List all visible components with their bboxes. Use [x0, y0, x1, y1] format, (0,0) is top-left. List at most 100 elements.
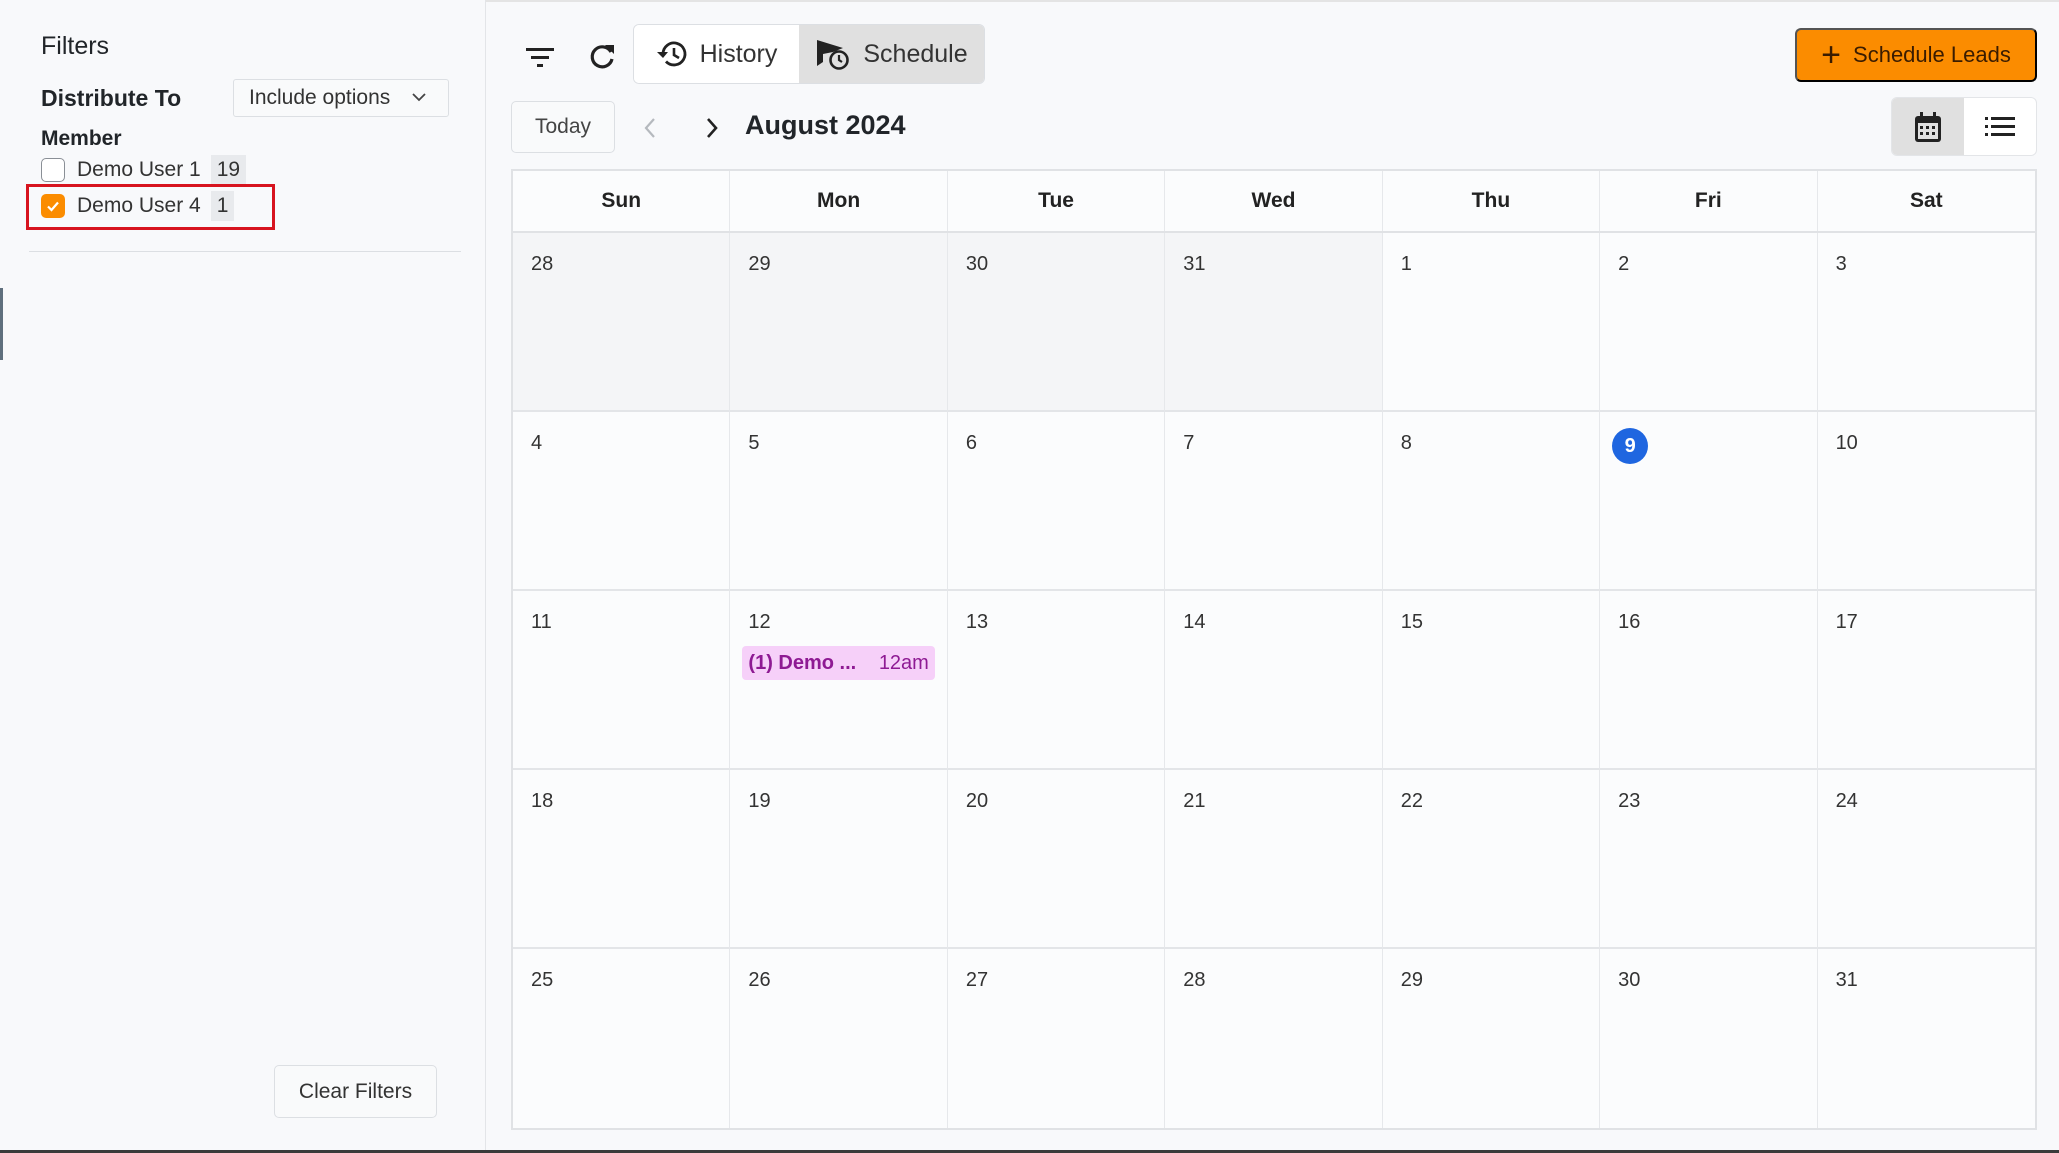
member-checkbox[interactable]: [41, 158, 65, 182]
calendar-day-cell[interactable]: 12 (1) Demo ... 12am: [730, 591, 948, 770]
calendar-day-cell[interactable]: 24: [1817, 770, 2035, 949]
selection-highlight: [26, 184, 275, 230]
weekday-label: Tue: [948, 171, 1166, 231]
day-number: 23: [1618, 790, 1641, 812]
clear-filters-button[interactable]: Clear Filters: [274, 1065, 437, 1118]
day-number: 28: [1183, 969, 1206, 991]
calendar-day-cell[interactable]: 4: [513, 412, 731, 591]
schedule-leads-button[interactable]: + Schedule Leads: [1795, 28, 2037, 82]
day-number: 11: [531, 611, 552, 633]
member-option[interactable]: Demo User 1 19: [41, 154, 247, 186]
day-number: 31: [1835, 969, 1858, 991]
calendar-day-cell[interactable]: 31: [1165, 233, 1383, 412]
distribute-to-select[interactable]: Include options: [233, 79, 449, 117]
distribute-to-label: Distribute To: [41, 85, 182, 111]
day-number: 7: [1183, 432, 1195, 454]
tab-schedule-label: Schedule: [863, 39, 968, 68]
member-label: Member: [41, 127, 122, 150]
weekday-label: Sun: [513, 171, 731, 231]
filters-title: Filters: [41, 32, 110, 60]
today-button[interactable]: Today: [511, 101, 615, 153]
view-mode-tabs: History Schedule: [633, 24, 985, 84]
chevron-right-icon: [707, 118, 718, 138]
list-view-button[interactable]: [1964, 98, 2036, 155]
distribute-to-value: Include options: [249, 86, 391, 109]
refresh-button[interactable]: [586, 38, 620, 74]
calendar-day-cell[interactable]: 19: [730, 770, 948, 949]
calendar-day-cell[interactable]: 9: [1600, 412, 1818, 591]
calendar-day-cell[interactable]: 11: [513, 591, 731, 770]
member-count-badge: 19: [210, 155, 247, 185]
calendar-day-cell[interactable]: 22: [1382, 770, 1601, 949]
calendar-day-cell[interactable]: 29: [1382, 949, 1601, 1128]
tab-history-label: History: [699, 39, 778, 68]
calendar-day-cell[interactable]: 25: [513, 949, 731, 1128]
day-number: 30: [1618, 969, 1641, 991]
calendar-day-cell[interactable]: 27: [947, 949, 1166, 1128]
day-number: 12: [748, 611, 771, 633]
refresh-icon: [590, 45, 614, 69]
calendar-day-cell[interactable]: 31: [1817, 949, 2035, 1128]
calendar-day-cell[interactable]: 2: [1600, 233, 1818, 412]
calendar-day-cell[interactable]: 15: [1382, 591, 1601, 770]
day-number: 4: [531, 432, 543, 454]
calendar-day-cell[interactable]: 23: [1600, 770, 1818, 949]
prev-month-button[interactable]: [636, 114, 664, 142]
calendar-day-cell[interactable]: 13: [947, 591, 1166, 770]
day-number: 20: [965, 790, 989, 812]
calendar-day-cell[interactable]: 8: [1382, 412, 1601, 591]
calendar-day-cell[interactable]: 30: [947, 233, 1166, 412]
calendar-view-button[interactable]: [1892, 98, 1964, 155]
calendar-day-cell[interactable]: 5: [730, 412, 948, 591]
day-number: 17: [1835, 611, 1858, 633]
calendar-day-cell[interactable]: 28: [1165, 949, 1383, 1128]
day-number: 6: [965, 432, 977, 454]
day-number: 31: [1183, 253, 1206, 275]
day-number: 29: [1400, 969, 1423, 991]
calendar-grid: 28 29 30 31 1 2 3 4 5 6 7 8 9 10 11 12 (1) Demo ... 12am 1…: [513, 233, 2035, 1128]
calendar-day-cell[interactable]: 26: [730, 949, 948, 1128]
today-date-badge: 9: [1612, 428, 1649, 464]
day-number: 18: [531, 790, 554, 812]
member-name: Demo User 1: [77, 158, 201, 181]
calendar-day-cell[interactable]: 18: [513, 770, 731, 949]
day-number: 21: [1183, 790, 1206, 812]
day-number: 30: [965, 253, 989, 275]
calendar-event[interactable]: (1) Demo ... 12am: [742, 646, 935, 680]
calendar-day-cell[interactable]: 6: [947, 412, 1166, 591]
calendar-day-cell[interactable]: 28: [513, 233, 731, 412]
calendar-day-cell[interactable]: 29: [730, 233, 948, 412]
event-time: 12am: [878, 651, 929, 674]
view-toggle: [1891, 97, 2037, 156]
calendar-day-cell[interactable]: 7: [1165, 412, 1383, 591]
calendar-day-cell[interactable]: 3: [1817, 233, 2035, 412]
day-number: 27: [965, 969, 989, 991]
calendar-day-cell[interactable]: 10: [1817, 412, 2035, 591]
event-title: (1) Demo ...: [748, 651, 857, 674]
sidebar-resize-handle[interactable]: [0, 288, 3, 360]
tab-schedule[interactable]: Schedule: [799, 25, 984, 83]
day-number: 16: [1618, 611, 1641, 633]
day-number: 22: [1400, 790, 1423, 812]
calendar-day-cell[interactable]: 21: [1165, 770, 1383, 949]
day-number: 8: [1400, 432, 1412, 454]
calendar-day-cell[interactable]: 17: [1817, 591, 2035, 770]
tab-history[interactable]: History: [634, 25, 799, 83]
calendar-day-cell[interactable]: 20: [947, 770, 1166, 949]
calendar-day-cell[interactable]: 14: [1165, 591, 1383, 770]
next-month-button[interactable]: [698, 114, 726, 142]
day-number: 10: [1835, 432, 1858, 454]
sidebar-divider: [29, 251, 461, 252]
filter-icon: [526, 48, 554, 67]
calendar-day-cell[interactable]: 30: [1600, 949, 1818, 1128]
day-number: 26: [748, 969, 771, 991]
day-number: 28: [531, 253, 554, 275]
calendar-day-cell[interactable]: 1: [1382, 233, 1601, 412]
weekday-header: Sun Mon Tue Wed Thu Fri Sat: [513, 171, 2035, 233]
day-number: 15: [1400, 611, 1423, 633]
schedule-leads-label: Schedule Leads: [1853, 42, 2011, 67]
schedule-icon: [817, 40, 850, 70]
day-number: 24: [1835, 790, 1858, 812]
calendar-day-cell[interactable]: 16: [1600, 591, 1818, 770]
filter-button[interactable]: [523, 40, 557, 74]
